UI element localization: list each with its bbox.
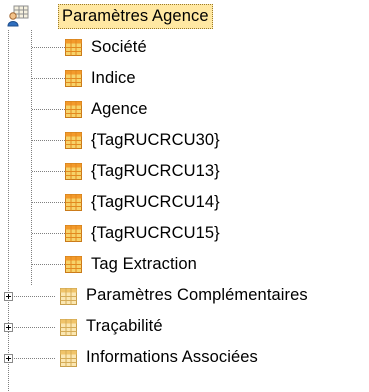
tree-node-label[interactable]: {TagRUCRCU15} [91, 223, 220, 243]
grid-group-icon [60, 288, 77, 305]
table-icon [65, 256, 82, 273]
tree-node-label[interactable]: Indice [91, 68, 136, 88]
users-grid-icon [7, 5, 29, 27]
expand-toggle-icon[interactable] [4, 354, 13, 363]
tree-node-label[interactable]: Informations Associées [86, 347, 258, 367]
tree-connector-line [14, 296, 56, 297]
tree-node-root[interactable]: Paramètres Agence [0, 0, 369, 32]
table-icon [65, 225, 82, 242]
table-icon [65, 39, 82, 56]
tree-node-child[interactable]: Société [0, 31, 369, 63]
tree-connector-line [32, 233, 65, 234]
expand-toggle-icon[interactable] [4, 292, 13, 301]
tree-connector-line [14, 327, 56, 328]
tree-node-child[interactable]: Agence [0, 93, 369, 125]
tree-connector-line [32, 109, 65, 110]
tree-node-label[interactable]: Tag Extraction [91, 254, 197, 274]
tree-node-label[interactable]: Traçabilité [86, 316, 163, 336]
tree-node-child[interactable]: Tag Extraction [0, 248, 369, 280]
tree-connector-line [32, 264, 65, 265]
tree-node-child[interactable]: {TagRUCRCU15} [0, 217, 369, 249]
table-icon [65, 70, 82, 87]
tree-node-label[interactable]: {TagRUCRCU14} [91, 192, 220, 212]
tree-node-label[interactable]: {TagRUCRCU30} [91, 130, 220, 150]
tree-node-label[interactable]: Paramètres Agence [58, 4, 213, 29]
tree-node-child[interactable]: Indice [0, 62, 369, 94]
grid-group-icon [60, 350, 77, 367]
tree-node-child[interactable]: {TagRUCRCU13} [0, 155, 369, 187]
expand-toggle-icon[interactable] [4, 323, 13, 332]
tree-connector-line [14, 358, 56, 359]
tree-node-label[interactable]: Agence [91, 99, 148, 119]
tree-node-group[interactable]: Informations Associées [0, 341, 369, 373]
tree-node-group[interactable]: Paramètres Complémentaires [0, 279, 369, 311]
tree-node-child[interactable]: {TagRUCRCU14} [0, 186, 369, 218]
tree-connector-line [32, 140, 65, 141]
table-icon [65, 163, 82, 180]
tree-node-child[interactable]: {TagRUCRCU30} [0, 124, 369, 156]
tree-connector-line [32, 202, 65, 203]
tree-connector-line [32, 47, 65, 48]
tree-node-group[interactable]: Traçabilité [0, 310, 369, 342]
tree-node-label[interactable]: Paramètres Complémentaires [86, 285, 308, 305]
grid-group-icon [60, 319, 77, 336]
tree-view[interactable]: Paramètres Agence Société Indice Agence … [0, 0, 369, 392]
table-icon [65, 132, 82, 149]
tree-node-label[interactable]: {TagRUCRCU13} [91, 161, 220, 181]
table-icon [65, 194, 82, 211]
tree-connector-line [32, 171, 65, 172]
table-icon [65, 101, 82, 118]
tree-node-label[interactable]: Société [91, 37, 147, 57]
tree-connector-line [32, 78, 65, 79]
